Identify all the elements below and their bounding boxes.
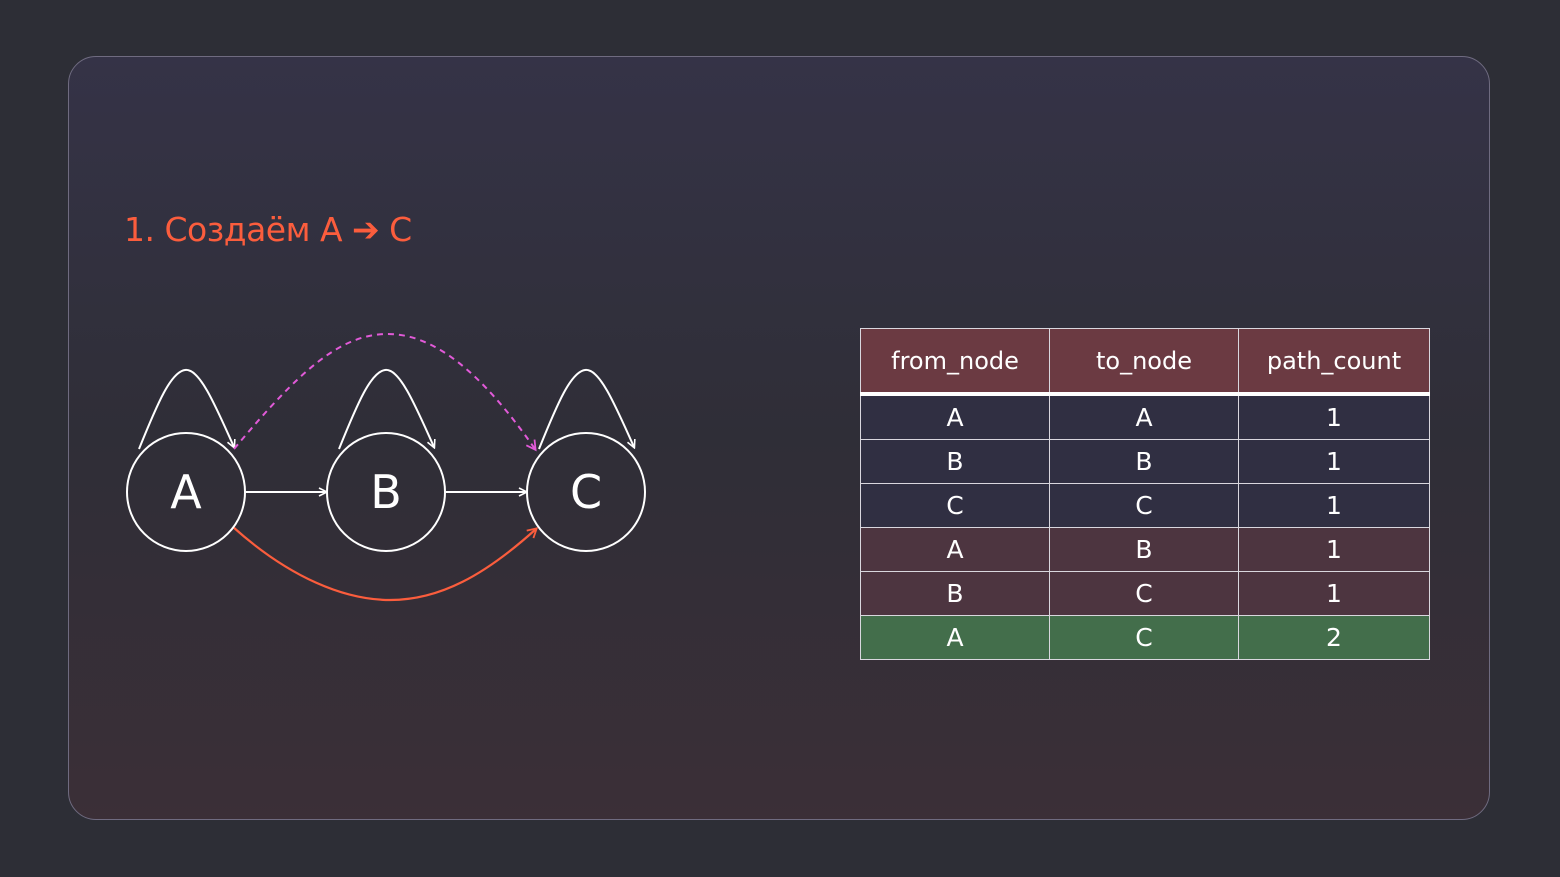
cell-path-count: 1: [1238, 393, 1430, 440]
node-c-label: C: [570, 465, 602, 519]
table-row: A B 1: [860, 527, 1430, 572]
cell-from-node: C: [860, 483, 1050, 528]
cell-path-count: 2: [1238, 615, 1430, 660]
cell-path-count: 1: [1238, 571, 1430, 616]
table-row: B B 1: [860, 439, 1430, 484]
cell-to-node: C: [1049, 571, 1239, 616]
cell-from-node: B: [860, 439, 1050, 484]
cell-to-node: C: [1049, 483, 1239, 528]
cell-to-node: B: [1049, 527, 1239, 572]
header-to-node: to_node: [1049, 328, 1239, 395]
table-header-row: from_node to_node path_count: [860, 328, 1430, 395]
table-row-highlighted: A C 2: [860, 615, 1430, 660]
edge-a-c-dashed: [233, 332, 537, 452]
edge-a-c-new: [232, 526, 539, 602]
cell-to-node: B: [1049, 439, 1239, 484]
header-path-count: path_count: [1238, 328, 1430, 395]
node-b-label: B: [370, 465, 402, 519]
cell-to-node: A: [1049, 393, 1239, 440]
cell-to-node: C: [1049, 615, 1239, 660]
cell-path-count: 1: [1238, 527, 1430, 572]
table-row: A A 1: [860, 393, 1430, 440]
cell-from-node: A: [860, 615, 1050, 660]
cell-from-node: A: [860, 393, 1050, 440]
cell-path-count: 1: [1238, 483, 1430, 528]
cell-path-count: 1: [1238, 439, 1430, 484]
cell-from-node: A: [860, 527, 1050, 572]
header-from-node: from_node: [860, 328, 1050, 395]
paths-table: from_node to_node path_count A A 1 B B 1…: [860, 328, 1430, 660]
edge-b-b-loop: [338, 368, 434, 449]
table-row: C C 1: [860, 483, 1430, 528]
edge-c-c-loop: [538, 368, 634, 449]
table-row: B C 1: [860, 571, 1430, 616]
node-a-label: A: [170, 465, 202, 519]
edge-a-a-loop: [138, 368, 234, 449]
cell-from-node: B: [860, 571, 1050, 616]
